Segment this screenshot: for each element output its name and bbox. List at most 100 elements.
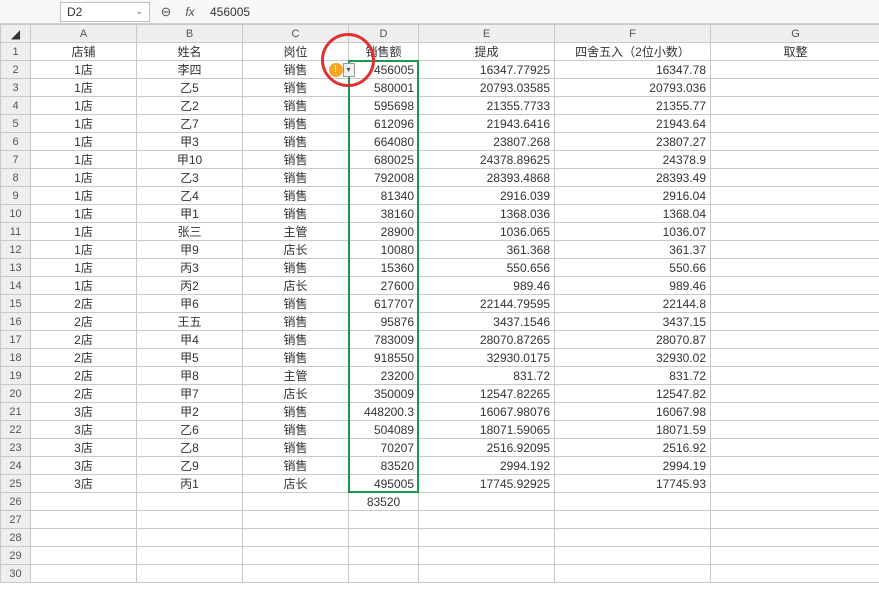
cell-B5[interactable]: 乙7 xyxy=(137,115,243,133)
cell-E1[interactable]: 提成 xyxy=(419,43,555,61)
cell-D7[interactable]: 680025 xyxy=(349,151,419,169)
col-header-D[interactable]: D xyxy=(349,25,419,43)
cell-F15[interactable]: 22144.8 xyxy=(555,295,711,313)
row-header-21[interactable]: 21 xyxy=(1,403,31,421)
cell-E23[interactable]: 2516.92095 xyxy=(419,439,555,457)
cell-C13[interactable]: 销售 xyxy=(243,259,349,277)
cell-G25[interactable] xyxy=(711,475,879,493)
cell-D25[interactable]: 495005 xyxy=(349,475,419,493)
cell-E28[interactable] xyxy=(419,529,555,547)
cell-F27[interactable] xyxy=(555,511,711,529)
cell-C24[interactable]: 销售 xyxy=(243,457,349,475)
cell-A20[interactable]: 2店 xyxy=(31,385,137,403)
row-header-17[interactable]: 17 xyxy=(1,331,31,349)
cell-F6[interactable]: 23807.27 xyxy=(555,133,711,151)
cell-F10[interactable]: 1368.04 xyxy=(555,205,711,223)
cell-C9[interactable]: 销售 xyxy=(243,187,349,205)
cell-F17[interactable]: 28070.87 xyxy=(555,331,711,349)
cell-C23[interactable]: 销售 xyxy=(243,439,349,457)
cell-C17[interactable]: 销售 xyxy=(243,331,349,349)
cell-A2[interactable]: 1店 xyxy=(31,61,137,79)
cell-C8[interactable]: 销售 xyxy=(243,169,349,187)
cell-A17[interactable]: 2店 xyxy=(31,331,137,349)
cell-B12[interactable]: 甲9 xyxy=(137,241,243,259)
cell-B26[interactable] xyxy=(137,493,243,511)
row-header-26[interactable]: 26 xyxy=(1,493,31,511)
cell-C1[interactable]: 岗位 xyxy=(243,43,349,61)
cell-G16[interactable] xyxy=(711,313,879,331)
cell-G3[interactable] xyxy=(711,79,879,97)
cell-A13[interactable]: 1店 xyxy=(31,259,137,277)
cell-F25[interactable]: 17745.93 xyxy=(555,475,711,493)
cell-D22[interactable]: 504089 xyxy=(349,421,419,439)
cell-D4[interactable]: 595698 xyxy=(349,97,419,115)
formula-bar-value[interactable]: 456005 xyxy=(210,5,250,19)
cell-G1[interactable]: 取整 xyxy=(711,43,879,61)
cell-C2[interactable]: 销售 xyxy=(243,61,349,79)
cell-E22[interactable]: 18071.59065 xyxy=(419,421,555,439)
cell-D5[interactable]: 612096 xyxy=(349,115,419,133)
row-header-30[interactable]: 30 xyxy=(1,565,31,583)
cell-D8[interactable]: 792008 xyxy=(349,169,419,187)
cell-F9[interactable]: 2916.04 xyxy=(555,187,711,205)
cell-B18[interactable]: 甲5 xyxy=(137,349,243,367)
row-header-15[interactable]: 15 xyxy=(1,295,31,313)
cell-G17[interactable] xyxy=(711,331,879,349)
cell-D11[interactable]: 28900 xyxy=(349,223,419,241)
cell-D2[interactable]: 456005 xyxy=(349,61,419,79)
cell-D21[interactable]: 448200.3 xyxy=(349,403,419,421)
row-header-4[interactable]: 4 xyxy=(1,97,31,115)
cell-B4[interactable]: 乙2 xyxy=(137,97,243,115)
cell-D30[interactable] xyxy=(349,565,419,583)
cell-A24[interactable]: 3店 xyxy=(31,457,137,475)
cell-G29[interactable] xyxy=(711,547,879,565)
cell-E24[interactable]: 2994.192 xyxy=(419,457,555,475)
cell-D28[interactable] xyxy=(349,529,419,547)
cell-B11[interactable]: 张三 xyxy=(137,223,243,241)
cell-D19[interactable]: 23200 xyxy=(349,367,419,385)
cell-B1[interactable]: 姓名 xyxy=(137,43,243,61)
cell-D15[interactable]: 617707 xyxy=(349,295,419,313)
cell-C27[interactable] xyxy=(243,511,349,529)
cell-G19[interactable] xyxy=(711,367,879,385)
cell-A4[interactable]: 1店 xyxy=(31,97,137,115)
cell-A19[interactable]: 2店 xyxy=(31,367,137,385)
cell-C18[interactable]: 销售 xyxy=(243,349,349,367)
cell-F23[interactable]: 2516.92 xyxy=(555,439,711,457)
cell-A15[interactable]: 2店 xyxy=(31,295,137,313)
cell-G18[interactable] xyxy=(711,349,879,367)
cell-D24[interactable]: 83520 xyxy=(349,457,419,475)
cell-A25[interactable]: 3店 xyxy=(31,475,137,493)
cell-G7[interactable] xyxy=(711,151,879,169)
cell-E11[interactable]: 1036.065 xyxy=(419,223,555,241)
cell-A6[interactable]: 1店 xyxy=(31,133,137,151)
cell-B19[interactable]: 甲8 xyxy=(137,367,243,385)
cell-G2[interactable] xyxy=(711,61,879,79)
cell-A10[interactable]: 1店 xyxy=(31,205,137,223)
cell-G8[interactable] xyxy=(711,169,879,187)
cell-F13[interactable]: 550.66 xyxy=(555,259,711,277)
cell-F26[interactable] xyxy=(555,493,711,511)
col-header-A[interactable]: A xyxy=(31,25,137,43)
cell-E27[interactable] xyxy=(419,511,555,529)
cell-B3[interactable]: 乙5 xyxy=(137,79,243,97)
cell-F5[interactable]: 21943.64 xyxy=(555,115,711,133)
cell-F2[interactable]: 16347.78 xyxy=(555,61,711,79)
cell-A8[interactable]: 1店 xyxy=(31,169,137,187)
cell-C15[interactable]: 销售 xyxy=(243,295,349,313)
cell-C11[interactable]: 主管 xyxy=(243,223,349,241)
cell-D12[interactable]: 10080 xyxy=(349,241,419,259)
row-header-16[interactable]: 16 xyxy=(1,313,31,331)
cell-B8[interactable]: 乙3 xyxy=(137,169,243,187)
cell-A14[interactable]: 1店 xyxy=(31,277,137,295)
cell-C12[interactable]: 店长 xyxy=(243,241,349,259)
row-header-6[interactable]: 6 xyxy=(1,133,31,151)
cell-B13[interactable]: 丙3 xyxy=(137,259,243,277)
cell-A11[interactable]: 1店 xyxy=(31,223,137,241)
cell-E4[interactable]: 21355.7733 xyxy=(419,97,555,115)
cell-C28[interactable] xyxy=(243,529,349,547)
cell-B22[interactable]: 乙6 xyxy=(137,421,243,439)
cell-G21[interactable] xyxy=(711,403,879,421)
cell-G9[interactable] xyxy=(711,187,879,205)
row-header-23[interactable]: 23 xyxy=(1,439,31,457)
